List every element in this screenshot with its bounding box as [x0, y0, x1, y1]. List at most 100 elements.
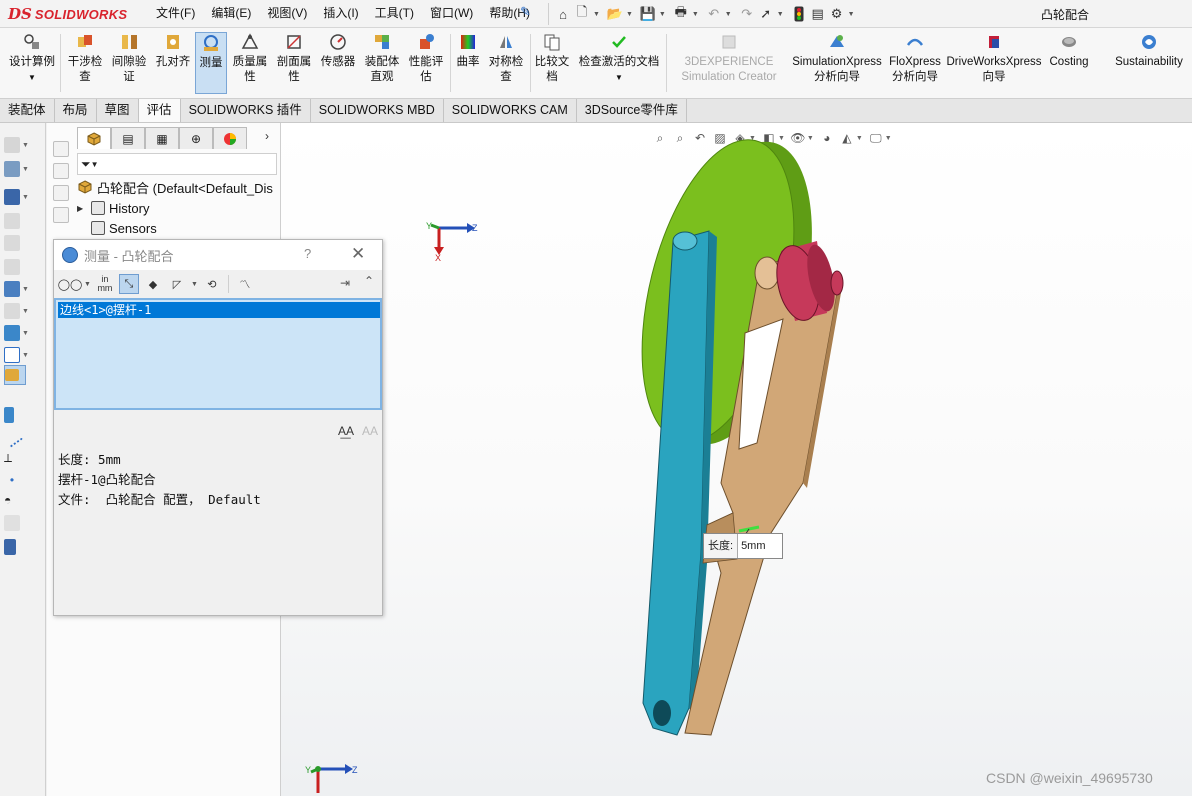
chevron-down-icon[interactable]: ▼ [659, 11, 666, 18]
panel-side-icon[interactable] [53, 141, 69, 157]
print-icon[interactable]: 🖶 [673, 4, 689, 22]
decrease-font-icon[interactable]: AA [362, 424, 378, 438]
pin-dialog-icon[interactable]: ⇥ [340, 276, 350, 290]
insert-component-tool[interactable]: ▼ [4, 135, 42, 155]
floxpress-button[interactable]: FloXpress 分析向导 [886, 32, 944, 94]
dimxpert-manager-tab[interactable]: ⊕ [179, 127, 213, 149]
driveworksxpress-button[interactable]: DriveWorksXpress 向导 [946, 32, 1042, 94]
assembly-model-render[interactable]: Z X Y Z Y [281, 123, 1192, 796]
projected-on-icon[interactable]: ◸ [167, 274, 187, 294]
axis-tool[interactable] [0, 425, 42, 449]
save-icon[interactable]: 💾 [640, 6, 656, 22]
reference-geometry-tool[interactable]: ▼ [4, 301, 42, 321]
tree-item-sensors[interactable]: Sensors [77, 218, 157, 238]
tab-3dsource-library[interactable]: 3DSource零件库 [577, 99, 687, 122]
compare-documents-button[interactable]: 比较文 档 [533, 32, 571, 94]
smart-fasteners-tool[interactable] [4, 211, 42, 231]
solidworks-logo[interactable]: DS SOLIDWORKS [8, 4, 134, 24]
show-hidden-tool[interactable] [4, 257, 42, 277]
section-properties-button[interactable]: 剖面属 性 [273, 32, 315, 94]
tab-layout[interactable]: 布局 [55, 99, 97, 122]
center-of-mass-tool[interactable]: ◓ [4, 491, 42, 511]
tab-sketch[interactable]: 草图 [97, 99, 139, 122]
redo-icon[interactable]: ↷ [739, 6, 755, 22]
costing-button[interactable]: Costing [1044, 32, 1094, 94]
tree-item-history[interactable]: ▶ History [77, 198, 149, 218]
menu-file[interactable]: 文件(F) [148, 5, 203, 21]
collapse-dialog-icon[interactable]: ⌃ [364, 274, 374, 288]
traffic-light-icon[interactable] [791, 6, 807, 22]
show-xyz-measurements-icon[interactable]: ⤡ [118, 274, 139, 294]
home-icon[interactable]: ⌂ [555, 6, 571, 22]
chevron-down-icon[interactable]: ▼ [84, 281, 91, 288]
curves-tool[interactable]: ▼ [4, 345, 42, 365]
selected-entity-item[interactable]: 边线<1>@摆杆-1 [58, 302, 380, 318]
panel-side-icon[interactable] [53, 207, 69, 223]
measure-callout[interactable]: 长度: 5mm [703, 533, 783, 559]
help-button[interactable]: ? [304, 246, 311, 261]
point-to-point-icon[interactable]: ◆ [143, 274, 163, 294]
chevron-down-icon[interactable]: ▼ [777, 11, 784, 18]
tab-assembly[interactable]: 装配体 [0, 99, 55, 122]
measure-tool[interactable] [4, 365, 26, 385]
chevron-down-icon[interactable]: ▼ [191, 281, 198, 288]
menu-edit[interactable]: 编辑(E) [203, 5, 259, 21]
hole-alignment-button[interactable]: 孔对齐 [152, 32, 194, 94]
mate-tool[interactable]: ▼ [4, 159, 42, 179]
design-study-button[interactable]: 设计算例 ▼ [6, 32, 58, 94]
chevron-right-icon[interactable]: › [265, 129, 269, 143]
check-active-document-button[interactable]: 检查激活的文档 ▼ [575, 32, 663, 94]
configuration-manager-tab[interactable]: ▦ [145, 127, 179, 149]
menu-window[interactable]: 窗口(W) [422, 5, 481, 21]
menu-view[interactable]: 视图(V) [259, 5, 315, 21]
point-tool[interactable]: • [4, 471, 42, 491]
chevron-down-icon[interactable]: ▼ [725, 11, 732, 18]
measure-button[interactable]: 测量 [195, 32, 227, 94]
coordinate-system-tool[interactable]: ⟂ [4, 449, 42, 469]
chevron-down-icon[interactable]: ▼ [848, 11, 855, 18]
menu-tools[interactable]: 工具(T) [367, 5, 422, 21]
sensor-button[interactable]: 传感器 [317, 32, 359, 94]
increase-font-icon[interactable]: A͟A [338, 424, 354, 438]
panel-side-icon[interactable] [53, 185, 69, 201]
undo-icon[interactable]: ↶ [706, 6, 722, 22]
menu-insert[interactable]: 插入(I) [315, 5, 366, 21]
new-motion-study-tool[interactable]: ▼ [4, 323, 42, 343]
interference-detection-button[interactable]: 干涉检 查 [64, 32, 106, 94]
file-properties-icon[interactable]: ▤ [810, 6, 826, 22]
component-pattern-tool[interactable]: ▼ [4, 187, 42, 207]
tab-evaluate[interactable]: 评估 [138, 99, 181, 122]
chevron-down-icon[interactable]: ▼ [593, 11, 600, 18]
pin-menu-icon[interactable]: ✎ [520, 4, 531, 20]
feature-tree-filter[interactable]: ⏷ ▼ [77, 153, 277, 175]
bounding-box-tool[interactable] [4, 537, 42, 557]
arc-circle-measurement-icon[interactable]: ◯◯ [58, 274, 83, 294]
panel-side-icon[interactable] [53, 163, 69, 179]
chevron-down-icon[interactable]: ▼ [626, 11, 633, 18]
measure-dialog-titlebar[interactable]: 测量 - 凸轮配合 [54, 240, 382, 270]
move-component-tool[interactable] [4, 233, 42, 253]
selection-list[interactable]: 边线<1>@摆杆-1 [54, 298, 382, 410]
open-folder-icon[interactable]: 📂 [607, 6, 623, 22]
assembly-visualization-button[interactable]: 装配体 直观 [361, 32, 403, 94]
tree-root-assembly[interactable]: 凸轮配合 (Default<Default_Dis [77, 177, 273, 197]
performance-evaluation-button[interactable]: 性能评 估 [405, 32, 447, 94]
property-manager-tab[interactable]: ▤ [111, 127, 145, 149]
plane-tool[interactable] [4, 405, 42, 425]
tab-solidworks-addins[interactable]: SOLIDWORKS 插件 [181, 99, 311, 122]
graphics-viewport[interactable]: ⌕ ⌕ ↶ ▨ ◈ ▼ ◧ ▼ 👁 ▼ ◕ ◭ ▼ 🖵 ▼ Z X Y Z Y … [281, 123, 1192, 796]
select-pointer-icon[interactable]: ➚ [758, 6, 774, 22]
simulationxpress-button[interactable]: SimulationXpress 分析向导 [790, 32, 884, 94]
new-document-icon[interactable]: 🗋 [574, 4, 590, 22]
symmetry-check-button[interactable]: 对称检 查 [485, 32, 527, 94]
tab-solidworks-mbd[interactable]: SOLIDWORKS MBD [311, 99, 444, 122]
chevron-down-icon[interactable]: ▼ [692, 11, 699, 18]
feature-manager-tab[interactable] [77, 127, 111, 149]
caret-right-icon[interactable]: ▶ [77, 204, 87, 213]
gear-icon[interactable]: ⚙ [829, 6, 845, 22]
close-button[interactable]: ✕ [351, 244, 365, 264]
sustainability-button[interactable]: Sustainability [1112, 32, 1186, 94]
display-manager-tab[interactable] [213, 127, 247, 149]
assembly-features-tool[interactable]: ▼ [4, 279, 42, 299]
units-precision-icon[interactable]: in mm [95, 274, 115, 294]
